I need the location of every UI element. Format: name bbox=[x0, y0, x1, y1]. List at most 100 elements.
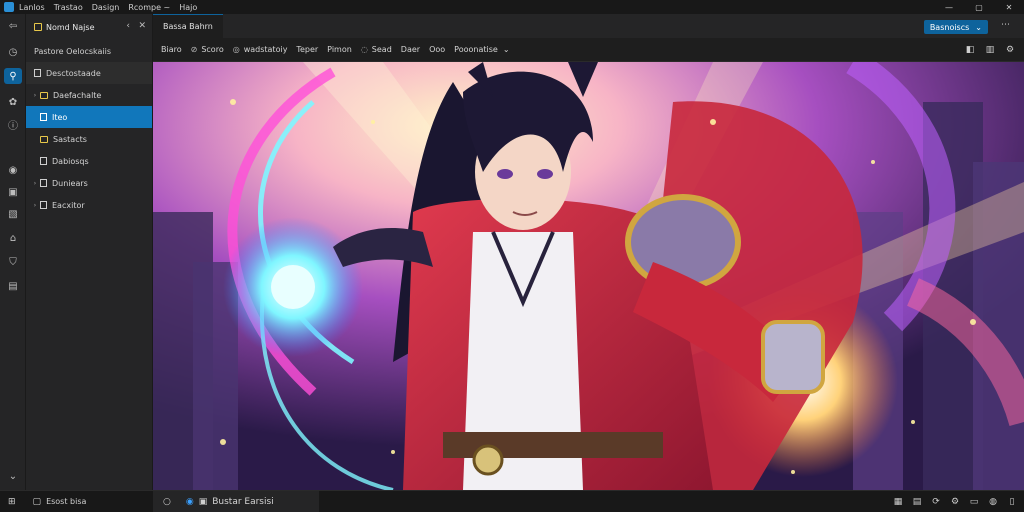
file-icon bbox=[40, 179, 47, 187]
toolbar-label: Ooo bbox=[429, 45, 446, 54]
toolbar-label: Biaro bbox=[161, 45, 182, 54]
block-icon: ⊘ bbox=[190, 45, 198, 54]
tree-item-label: Eacxitor bbox=[52, 200, 85, 210]
target-icon: ◎ bbox=[232, 45, 240, 54]
menu-item-5[interactable]: Hajo bbox=[179, 3, 197, 12]
notification-icon[interactable]: ▭ bbox=[966, 494, 982, 510]
menu-item-1[interactable]: Lanlos bbox=[19, 3, 45, 12]
settings-icon[interactable]: ⚙ bbox=[947, 494, 963, 510]
status-start-label: Esost bisa bbox=[46, 497, 87, 506]
tab-strip: Bassa Bahrn Basnoiscs ⌄ ⋯ bbox=[153, 14, 1024, 38]
more-icon[interactable]: ⋯ bbox=[1001, 20, 1010, 30]
sync-icon[interactable]: ⟳ bbox=[928, 494, 944, 510]
file-icon bbox=[40, 113, 47, 121]
toolbar-item-1[interactable]: Biaro bbox=[161, 45, 182, 54]
menu-item-3[interactable]: Dasign bbox=[92, 3, 120, 12]
image-icon[interactable]: ▧ bbox=[4, 206, 22, 222]
window-controls: — ▢ ✕ bbox=[934, 0, 1024, 14]
tree-item-4[interactable]: Dabiosqs bbox=[26, 150, 152, 172]
chevron-right-icon: › bbox=[33, 91, 37, 99]
artwork-illustration bbox=[153, 62, 1024, 490]
tree-item-3[interactable]: Sastacts bbox=[26, 128, 152, 150]
settings-icon[interactable]: ⚙ bbox=[1002, 42, 1018, 58]
sidebar-quick-action[interactable]: Pastore Oelocskaiis bbox=[26, 40, 152, 62]
tree-item-5[interactable]: › Duniears bbox=[26, 172, 152, 194]
tree-item-1[interactable]: › Daefachalte bbox=[26, 84, 152, 106]
maximize-button[interactable]: ▢ bbox=[964, 0, 994, 14]
toolbar-item-5[interactable]: Pimon bbox=[327, 45, 352, 54]
close-button[interactable]: ✕ bbox=[994, 0, 1024, 14]
tab-active[interactable]: Bassa Bahrn bbox=[153, 14, 223, 38]
status-panel-label: Bustar Earsisi bbox=[212, 497, 274, 507]
folder-icon bbox=[40, 91, 48, 99]
extensions-icon[interactable]: ✿ bbox=[4, 94, 22, 110]
image-canvas[interactable] bbox=[153, 62, 1024, 490]
tree-item-6[interactable]: › Eacxitor bbox=[26, 194, 152, 216]
shield-icon[interactable]: ⛉ bbox=[4, 254, 22, 270]
file-icon: ▢ bbox=[32, 496, 42, 507]
tab-label: Bassa Bahrn bbox=[163, 22, 213, 31]
collapse-icon[interactable]: ⌄ bbox=[4, 468, 22, 484]
menu-item-2[interactable]: Trastao bbox=[54, 3, 83, 12]
tree-item-label: Iteo bbox=[52, 112, 68, 122]
toolbar-label: Pooonatise bbox=[454, 45, 498, 54]
window-icon: ▣ bbox=[198, 497, 208, 507]
file-icon bbox=[40, 201, 47, 209]
user-icon[interactable]: ◍ bbox=[985, 494, 1001, 510]
browser-icon: ◉ bbox=[185, 497, 194, 507]
toolbar-label: wadstatoiy bbox=[243, 45, 288, 54]
activity-bar: ⇦ ◷ ⚲ ✿ ⓘ ◉ ▣ ▧ ⌂ ⛉ ▤ ⌄ bbox=[0, 14, 26, 490]
toolbar-item-8[interactable]: Ooo bbox=[429, 45, 445, 54]
info-icon[interactable]: ⓘ bbox=[4, 116, 22, 132]
folder-icon bbox=[40, 135, 48, 143]
panel-icon[interactable]: ▯ bbox=[1004, 494, 1020, 510]
toolbar-item-4[interactable]: Teper bbox=[296, 45, 318, 54]
toolbar-label: Sead bbox=[371, 45, 392, 54]
status-start[interactable]: ▢ Esost bisa bbox=[33, 497, 87, 507]
main-toolbar: Biaro ⊘ Scoro ◎ wadstatoiy Teper Pimon ◌ Se… bbox=[153, 38, 1024, 62]
panel-toggle-icon[interactable]: ◧ bbox=[962, 42, 978, 58]
toolbar-label: Teper bbox=[296, 45, 319, 54]
minimize-button[interactable]: — bbox=[934, 0, 964, 14]
tree-item-label: Sastacts bbox=[53, 134, 87, 144]
menu-item-4[interactable]: Rcompe ~ bbox=[128, 3, 170, 12]
chevron-down-icon: ⌄ bbox=[975, 22, 982, 32]
sidebar-title: Nomd Najse bbox=[46, 22, 95, 32]
windows-icon[interactable]: ⊞ bbox=[8, 497, 16, 507]
sidebar-close-button[interactable]: ✕ bbox=[138, 21, 146, 31]
split-icon[interactable]: ▥ bbox=[982, 42, 998, 58]
primary-action-label: Basnoiscs bbox=[929, 22, 970, 32]
sidebar-section-header[interactable]: Desctostaade bbox=[26, 62, 152, 84]
tree-item-label: Daefachalte bbox=[53, 90, 102, 100]
chevron-right-icon: › bbox=[33, 201, 37, 209]
sidebar-header: Nomd Najse ‹ ✕ bbox=[26, 14, 152, 40]
title-bar: Lanlos Trastao Dasign Rcompe ~ Hajo — ▢ … bbox=[0, 0, 1024, 14]
toolbar-item-3[interactable]: ◎ wadstatoiy bbox=[233, 45, 288, 54]
back-arrow-icon[interactable]: ⇦ bbox=[4, 18, 22, 34]
history-icon[interactable]: ◉ bbox=[4, 162, 22, 178]
circle-icon: ◌ bbox=[360, 45, 368, 54]
toolbar-item-7[interactable]: Daer bbox=[401, 45, 420, 54]
status-panel[interactable]: ○ ◉ ▣ Bustar Earsisi bbox=[153, 491, 319, 512]
project-icon bbox=[34, 23, 42, 31]
home-icon[interactable]: ⌂ bbox=[4, 230, 22, 246]
camera-icon[interactable]: ▣ bbox=[4, 184, 22, 200]
link-icon[interactable]: ⚲ bbox=[4, 68, 22, 84]
tree-item-2[interactable]: Iteo bbox=[26, 106, 152, 128]
app-logo-icon bbox=[4, 2, 14, 12]
grid-icon[interactable]: ▦ bbox=[890, 494, 906, 510]
layout-icon[interactable]: ▤ bbox=[909, 494, 925, 510]
circle-icon: ○ bbox=[163, 497, 171, 507]
section-icon bbox=[34, 69, 41, 77]
toolbar-item-6[interactable]: ◌ Sead bbox=[361, 45, 392, 54]
tree-item-label: Duniears bbox=[52, 178, 88, 188]
toolbar-item-2[interactable]: ⊘ Scoro bbox=[191, 45, 224, 54]
calendar-icon[interactable]: ▤ bbox=[4, 278, 22, 294]
explorer-icon[interactable]: ◷ bbox=[4, 44, 22, 60]
primary-action-button[interactable]: Basnoiscs ⌄ bbox=[923, 20, 988, 34]
toolbar-label: Scoro bbox=[201, 45, 224, 54]
sidebar-back-button[interactable]: ‹ bbox=[126, 21, 130, 31]
chevron-right-icon: › bbox=[33, 179, 37, 187]
sidebar: Nomd Najse ‹ ✕ Pastore Oelocskaiis Desct… bbox=[26, 14, 153, 490]
toolbar-item-9[interactable]: Pooonatise ⌄ bbox=[454, 45, 509, 54]
